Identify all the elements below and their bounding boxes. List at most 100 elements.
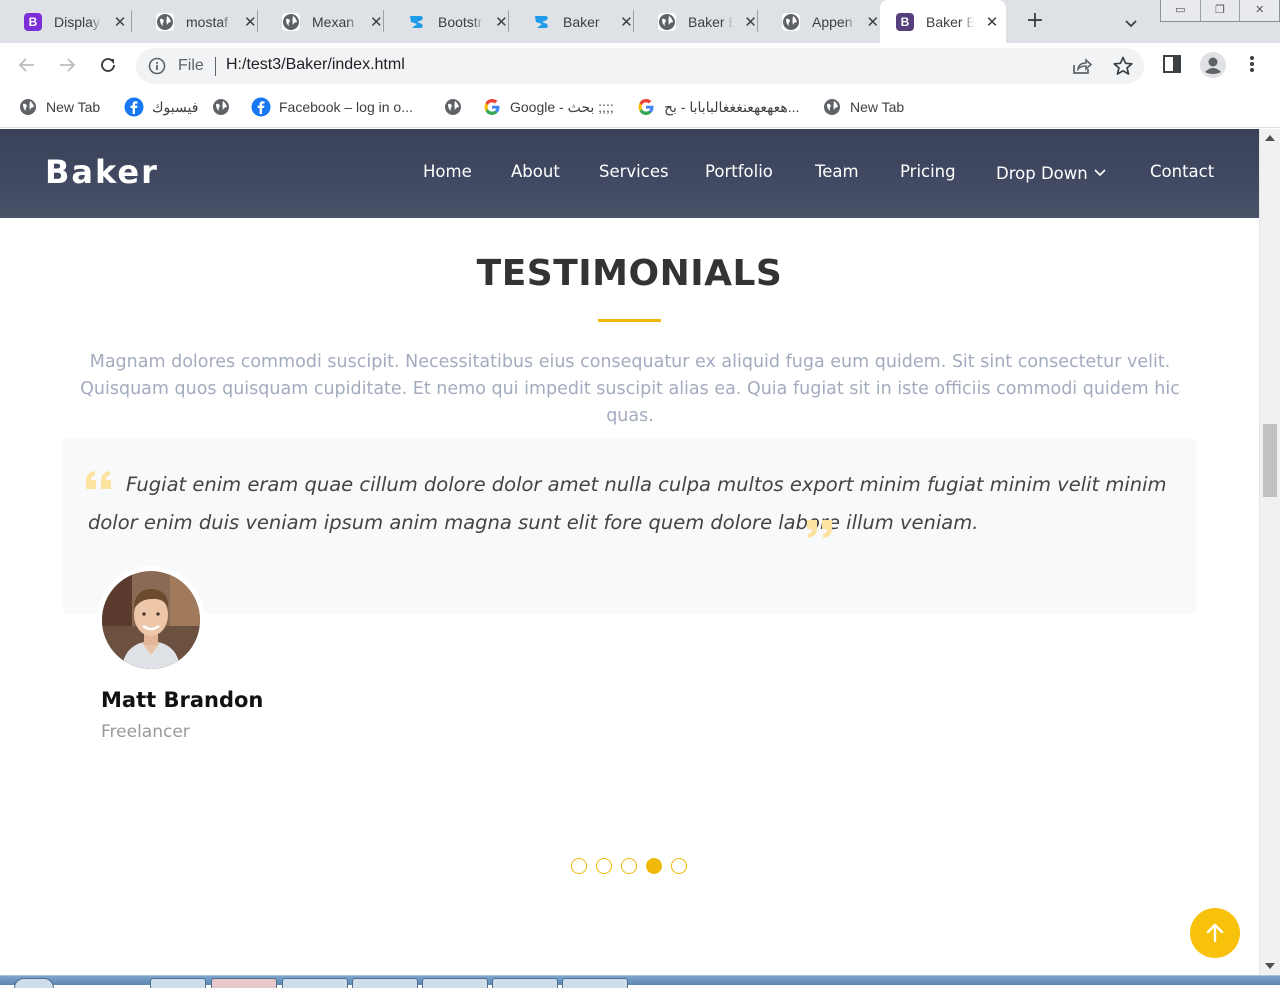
- side-panel-icon[interactable]: [1162, 53, 1182, 79]
- person-role: Freelancer: [101, 722, 190, 742]
- bookmark-item[interactable]: Facebook – log in o...: [251, 96, 413, 118]
- tab-title: Baker B: [926, 13, 974, 30]
- globe-icon: [156, 12, 174, 31]
- close-icon[interactable]: ✕: [743, 14, 758, 30]
- browser-tab[interactable]: Appen ✕: [758, 0, 880, 43]
- new-tab-button[interactable]: +: [1022, 9, 1048, 35]
- restore-button[interactable]: ❐: [1201, 0, 1241, 21]
- minimize-button[interactable]: ▭: [1161, 0, 1201, 21]
- tab-title: Baker: [563, 13, 600, 30]
- bookmark-item[interactable]: [211, 96, 231, 118]
- nav-team[interactable]: Team: [815, 162, 859, 181]
- slider-dot[interactable]: [596, 858, 612, 874]
- kebab-menu-icon[interactable]: [1244, 53, 1260, 79]
- taskbar-app[interactable]: [150, 978, 206, 988]
- info-icon[interactable]: [148, 57, 166, 79]
- testimonial-quote-text: Fugiat enim eram quae cillum dolore dolo…: [88, 473, 1167, 534]
- window-controls: ▭ ❐ ✕: [1160, 0, 1280, 22]
- google-icon: [482, 97, 502, 117]
- scroll-down-arrow-icon[interactable]: [1265, 963, 1275, 969]
- tab-title: Bootstr: [438, 13, 483, 30]
- taskbar-app[interactable]: [352, 978, 418, 988]
- slider-dot[interactable]: [671, 858, 687, 874]
- share-icon[interactable]: [1071, 56, 1093, 80]
- facebook-icon: [251, 97, 271, 117]
- main-nav: Home About Services Portfolio Team Prici…: [0, 162, 1259, 186]
- nav-contact[interactable]: Contact: [1150, 162, 1214, 181]
- page-scrollbar[interactable]: [1259, 129, 1280, 975]
- browser-tab[interactable]: mostaf ✕: [132, 0, 258, 43]
- browser-tab[interactable]: Bootstr ✕: [384, 0, 509, 43]
- browser-tab[interactable]: B Display ✕: [0, 0, 132, 43]
- bookmark-label: Facebook – log in o...: [279, 99, 413, 115]
- back-to-top-button[interactable]: [1190, 908, 1240, 958]
- taskbar-app[interactable]: [282, 978, 348, 988]
- bookmark-item[interactable]: New Tab: [18, 96, 100, 118]
- bookmark-item[interactable]: New Tab: [822, 96, 904, 118]
- taskbar-app[interactable]: [492, 978, 558, 988]
- url-text[interactable]: H:/test3/Baker/index.html: [226, 56, 405, 74]
- back-button[interactable]: [14, 52, 40, 78]
- tab-title: Display: [54, 13, 100, 30]
- arrow-left-icon: [18, 58, 34, 72]
- slider-dot[interactable]: [646, 858, 662, 874]
- arrow-up-icon: [1206, 923, 1224, 943]
- close-icon[interactable]: ✕: [369, 14, 385, 30]
- globe-icon: [443, 97, 463, 117]
- browser-tab-active[interactable]: B Baker B ✕: [880, 0, 1006, 43]
- nav-services[interactable]: Services: [599, 162, 669, 181]
- google-icon: [636, 97, 656, 117]
- close-icon[interactable]: ✕: [866, 14, 881, 30]
- address-bar[interactable]: File H:/test3/Baker/index.html: [136, 48, 1144, 84]
- bootstrap-icon: B: [24, 12, 42, 31]
- bookmarks-bar: New Tab فيسبوك Facebook – log in o... Go…: [0, 88, 1280, 128]
- taskbar-app[interactable]: [211, 978, 277, 988]
- section-title: TESTIMONIALS: [476, 253, 783, 294]
- bookmark-label: هعهعهعنغغغالبابابا - بح...: [664, 98, 800, 115]
- bookmark-item[interactable]: هعهعهعنغغغالبابابا - بح...: [636, 96, 799, 118]
- reload-icon: [101, 58, 115, 72]
- close-icon[interactable]: ✕: [984, 14, 1000, 30]
- person-photo: [102, 571, 200, 669]
- close-icon[interactable]: ✕: [619, 14, 634, 30]
- slider-pagination: [571, 858, 687, 874]
- forward-button[interactable]: [54, 52, 80, 78]
- bookmark-item[interactable]: [443, 96, 463, 118]
- nav-home[interactable]: Home: [423, 162, 472, 181]
- browser-tab[interactable]: Baker B ✕: [634, 0, 758, 43]
- bookmark-label: New Tab: [46, 99, 101, 115]
- browser-tab[interactable]: Baker ✕: [509, 0, 634, 43]
- tab-title: Mexan: [312, 13, 355, 30]
- os-taskbar: [0, 975, 1280, 988]
- nav-dropdown[interactable]: Drop Down: [996, 162, 1106, 183]
- bookmark-star-icon[interactable]: [1112, 55, 1134, 81]
- reload-button[interactable]: [95, 52, 121, 78]
- start-button[interactable]: [14, 978, 54, 988]
- bookmark-label: Google - بحث ;;;;: [510, 98, 614, 115]
- tab-title: mostaf: [186, 13, 229, 30]
- profile-avatar-icon[interactable]: [1199, 51, 1227, 83]
- globe-icon: [658, 12, 676, 31]
- slider-dot[interactable]: [621, 858, 637, 874]
- nav-portfolio[interactable]: Portfolio: [705, 162, 773, 181]
- globe-icon: [822, 97, 842, 117]
- taskbar-app[interactable]: [562, 978, 628, 988]
- browser-tab[interactable]: Mexan ✕: [258, 0, 384, 43]
- quote-close-icon: [804, 518, 834, 544]
- taskbar-app[interactable]: [422, 978, 488, 988]
- nav-about[interactable]: About: [511, 162, 560, 181]
- bootstrap-icon: B: [896, 12, 914, 31]
- nav-pricing[interactable]: Pricing: [900, 162, 956, 181]
- tab-search-button[interactable]: [1120, 12, 1142, 34]
- close-icon[interactable]: ✕: [494, 14, 509, 30]
- chevron-down-icon: [1094, 162, 1106, 181]
- close-icon[interactable]: ✕: [243, 14, 259, 30]
- close-window-button[interactable]: ✕: [1240, 0, 1279, 21]
- bookmark-item[interactable]: فيسبوك: [124, 96, 198, 118]
- close-icon[interactable]: ✕: [112, 14, 128, 30]
- slider-dot[interactable]: [571, 858, 587, 874]
- bookmark-item[interactable]: Google - بحث ;;;;: [482, 96, 614, 118]
- scroll-up-arrow-icon[interactable]: [1265, 135, 1275, 141]
- browser-tab-strip: B Display ✕ mostaf ✕ Mexan ✕ Bootstr ✕ B…: [0, 0, 1280, 43]
- scrollbar-thumb[interactable]: [1263, 424, 1277, 497]
